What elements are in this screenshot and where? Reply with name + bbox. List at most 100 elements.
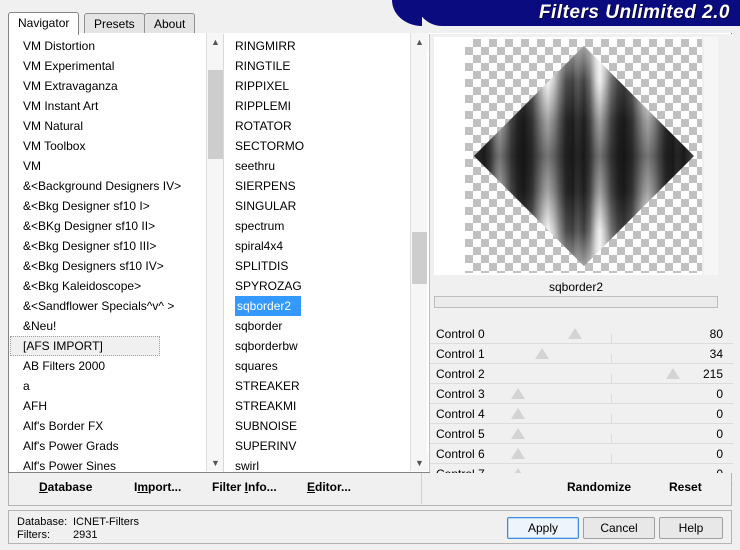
filter-name-item[interactable]: ROTATOR [224,116,410,136]
database-button[interactable]: Database [39,480,92,494]
control-slider-track[interactable] [518,413,703,430]
preset-track[interactable] [434,296,718,308]
filter-category-list[interactable]: VM Distortion VM Experimental VM Extravaga… [10,34,206,472]
filter-category-item[interactable]: &<BKg Designer sf10 II> [10,216,206,236]
preview-area[interactable] [434,37,702,275]
link-bar-divider [421,473,422,504]
randomize-button[interactable]: Randomize [567,480,631,494]
action-link-bar: Database Import... Filter Info... Editor… [8,473,732,506]
status-database-row: Database: ICNET-Filters [17,516,139,528]
control-slider-track[interactable] [518,433,703,450]
control-slider-thumb[interactable] [511,448,525,459]
control-slider-track[interactable] [518,393,703,410]
control-row[interactable]: Control 5 0 [430,424,733,450]
filter-category-item[interactable]: VM Distortion [10,36,206,56]
control-slider-thumb[interactable] [511,428,525,439]
import-button[interactable]: Import... [134,480,181,494]
filter-name-item[interactable]: spiral4x4 [224,236,410,256]
mid-scroll-thumb[interactable] [412,231,427,285]
filter-category-item[interactable]: &<Sandflower Specials^v^ > [10,296,206,316]
import-label: port... [148,480,182,494]
filter-category-item[interactable]: Alf's Power Grads [10,436,206,456]
filter-name-item[interactable]: SECTORMO [224,136,410,156]
control-slider-track[interactable] [518,453,703,470]
apply-button[interactable]: Apply [507,517,579,539]
control-slider-thumb[interactable] [568,328,583,339]
filter-category-item[interactable]: VM Experimental [10,56,206,76]
filter-info-button[interactable]: Filter Info... [212,480,277,494]
editor-button[interactable]: Editor... [307,480,351,494]
status-filters-value: 2931 [73,529,98,541]
control-slider-thumb[interactable] [511,408,525,419]
filter-name-item[interactable]: seethru [224,156,410,176]
control-row[interactable]: Control 2 215 [430,364,733,390]
filter-name-item[interactable]: swirl [224,456,410,472]
filter-name-item[interactable]: sqborderbw [224,336,410,356]
filter-name-list[interactable]: RINGMIRR RINGTILE RIPPIXEL RIPPLEMI ROTATOR S… [224,34,410,472]
filter-name-item[interactable]: squares [224,356,410,376]
filter-category-item[interactable]: AB Filters 2000 [10,356,206,376]
filter-category-item[interactable]: &<Background Designers IV> [10,176,206,196]
control-slider-thumb[interactable] [511,388,525,399]
filter-name-item[interactable]: RINGTILE [224,56,410,76]
filter-name-item[interactable]: SINGULAR [224,196,410,216]
filter-category-item[interactable]: VM [10,156,206,176]
scroll-down-icon[interactable]: ▼ [411,454,428,471]
filter-category-item[interactable]: a [10,376,206,396]
filter-category-item[interactable]: Alf's Border FX [10,416,206,436]
control-row[interactable]: Control 4 0 [430,404,733,430]
scroll-up-icon[interactable]: ▲ [207,33,224,50]
control-row[interactable]: Control 0 80 [430,324,733,350]
scroll-down-icon[interactable]: ▼ [207,454,224,471]
control-row[interactable]: Control 1 34 [430,344,733,370]
control-row[interactable]: Control 6 0 [430,444,733,470]
filter-name-item[interactable]: SIERPENS [224,176,410,196]
tab-about[interactable]: About [144,13,196,34]
tab-presets[interactable]: Presets [84,13,145,34]
control-value: 0 [716,447,723,461]
filter-name-item[interactable]: STREAKER [224,376,410,396]
reset-button[interactable]: Reset [669,480,702,494]
filter-name-item[interactable]: sqborder2 [235,296,301,316]
filter-info-label: nfo... [248,480,277,494]
filter-category-item[interactable]: &<Bkg Designers sf10 IV> [10,256,206,276]
control-slider-thumb[interactable] [535,348,550,359]
filter-category-item[interactable]: VM Instant Art [10,96,206,116]
filter-name-item[interactable]: RINGMIRR [224,36,410,56]
status-database-key: Database: [17,516,68,528]
filter-name-item[interactable]: SUPERINV [224,436,410,456]
filter-category-item[interactable]: &<Bkg Designer sf10 I> [10,196,206,216]
mid-list-scrollbar[interactable]: ▲ ▼ [410,33,428,471]
filter-name-item[interactable]: SPLITDIS [224,256,410,276]
editor-accel: E [307,480,316,494]
control-slider-thumb[interactable] [666,368,681,379]
filter-category-item[interactable]: &<Bkg Designer sf10 III> [10,236,206,256]
filter-category-item[interactable]: &<Bkg Kaleidoscope> [10,276,206,296]
help-button[interactable]: Help [659,517,723,539]
selected-filter-name: sqborder2 [434,278,718,296]
control-row[interactable]: Control 3 0 [430,384,733,410]
filter-name-item[interactable]: SUBNOISE [224,416,410,436]
status-filters-row: Filters: 2931 [17,529,97,541]
filter-name-item[interactable]: sqborder [224,316,410,336]
tab-navigator[interactable]: Navigator [8,12,80,35]
filter-category-item[interactable]: &Neu! [10,316,206,336]
filter-category-item[interactable]: VM Natural [10,116,206,136]
control-value: 80 [709,327,723,341]
filter-category-item[interactable]: VM Extravaganza [10,76,206,96]
scroll-up-icon[interactable]: ▲ [411,33,428,50]
filter-name-item[interactable]: RIPPIXEL [224,76,410,96]
filter-name-item[interactable]: RIPPLEMI [224,96,410,116]
filter-name-item[interactable]: SPYROZAG [224,276,410,296]
filter-category-item[interactable]: AFH [10,396,206,416]
filter-category-item[interactable]: [AFS IMPORT] [10,336,160,356]
filter-category-item[interactable]: VM Toolbox [10,136,206,156]
cancel-button[interactable]: Cancel [583,517,655,539]
control-slider-track[interactable] [518,333,703,350]
filter-name-item[interactable]: STREAKMI [224,396,410,416]
left-scroll-thumb[interactable] [208,70,223,160]
left-list-scrollbar[interactable]: ▲ ▼ [206,33,224,471]
control-value: 215 [702,367,723,381]
filter-name-item[interactable]: spectrum [224,216,410,236]
filter-category-item[interactable]: Alf's Power Sines [10,456,206,472]
